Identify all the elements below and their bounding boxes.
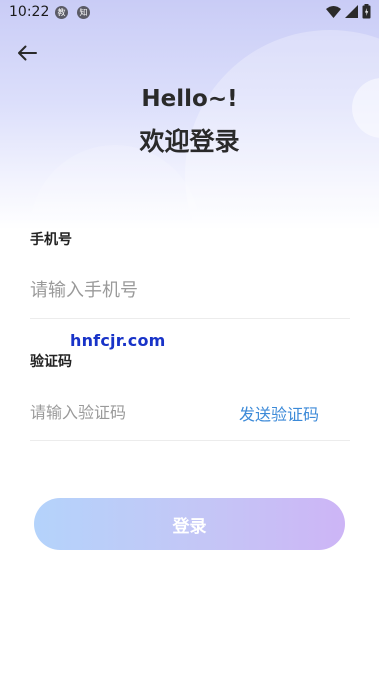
notification-icon: 教 [55, 6, 68, 19]
verification-code-input[interactable] [30, 397, 230, 427]
login-button[interactable]: 登录 [34, 498, 345, 550]
status-bar: 10:22 教 知 [0, 0, 379, 26]
greeting-title: Hello~! [141, 86, 238, 112]
divider [30, 318, 350, 319]
status-time: 10:22 [9, 4, 50, 20]
divider [30, 440, 350, 441]
signal-icon [345, 5, 358, 18]
watermark-text: hnfcjr.com [70, 331, 166, 350]
arrow-left-icon [18, 45, 37, 61]
back-button[interactable] [14, 41, 40, 65]
phone-input[interactable] [30, 275, 350, 305]
battery-icon [362, 4, 371, 19]
send-code-button[interactable]: 发送验证码 [239, 401, 319, 425]
header-background [0, 0, 379, 230]
notification-icon: 知 [77, 6, 90, 19]
wifi-icon [326, 5, 341, 18]
welcome-title: 欢迎登录 [139, 127, 240, 156]
code-label: 验证码 [30, 354, 72, 370]
phone-label: 手机号 [30, 232, 72, 248]
